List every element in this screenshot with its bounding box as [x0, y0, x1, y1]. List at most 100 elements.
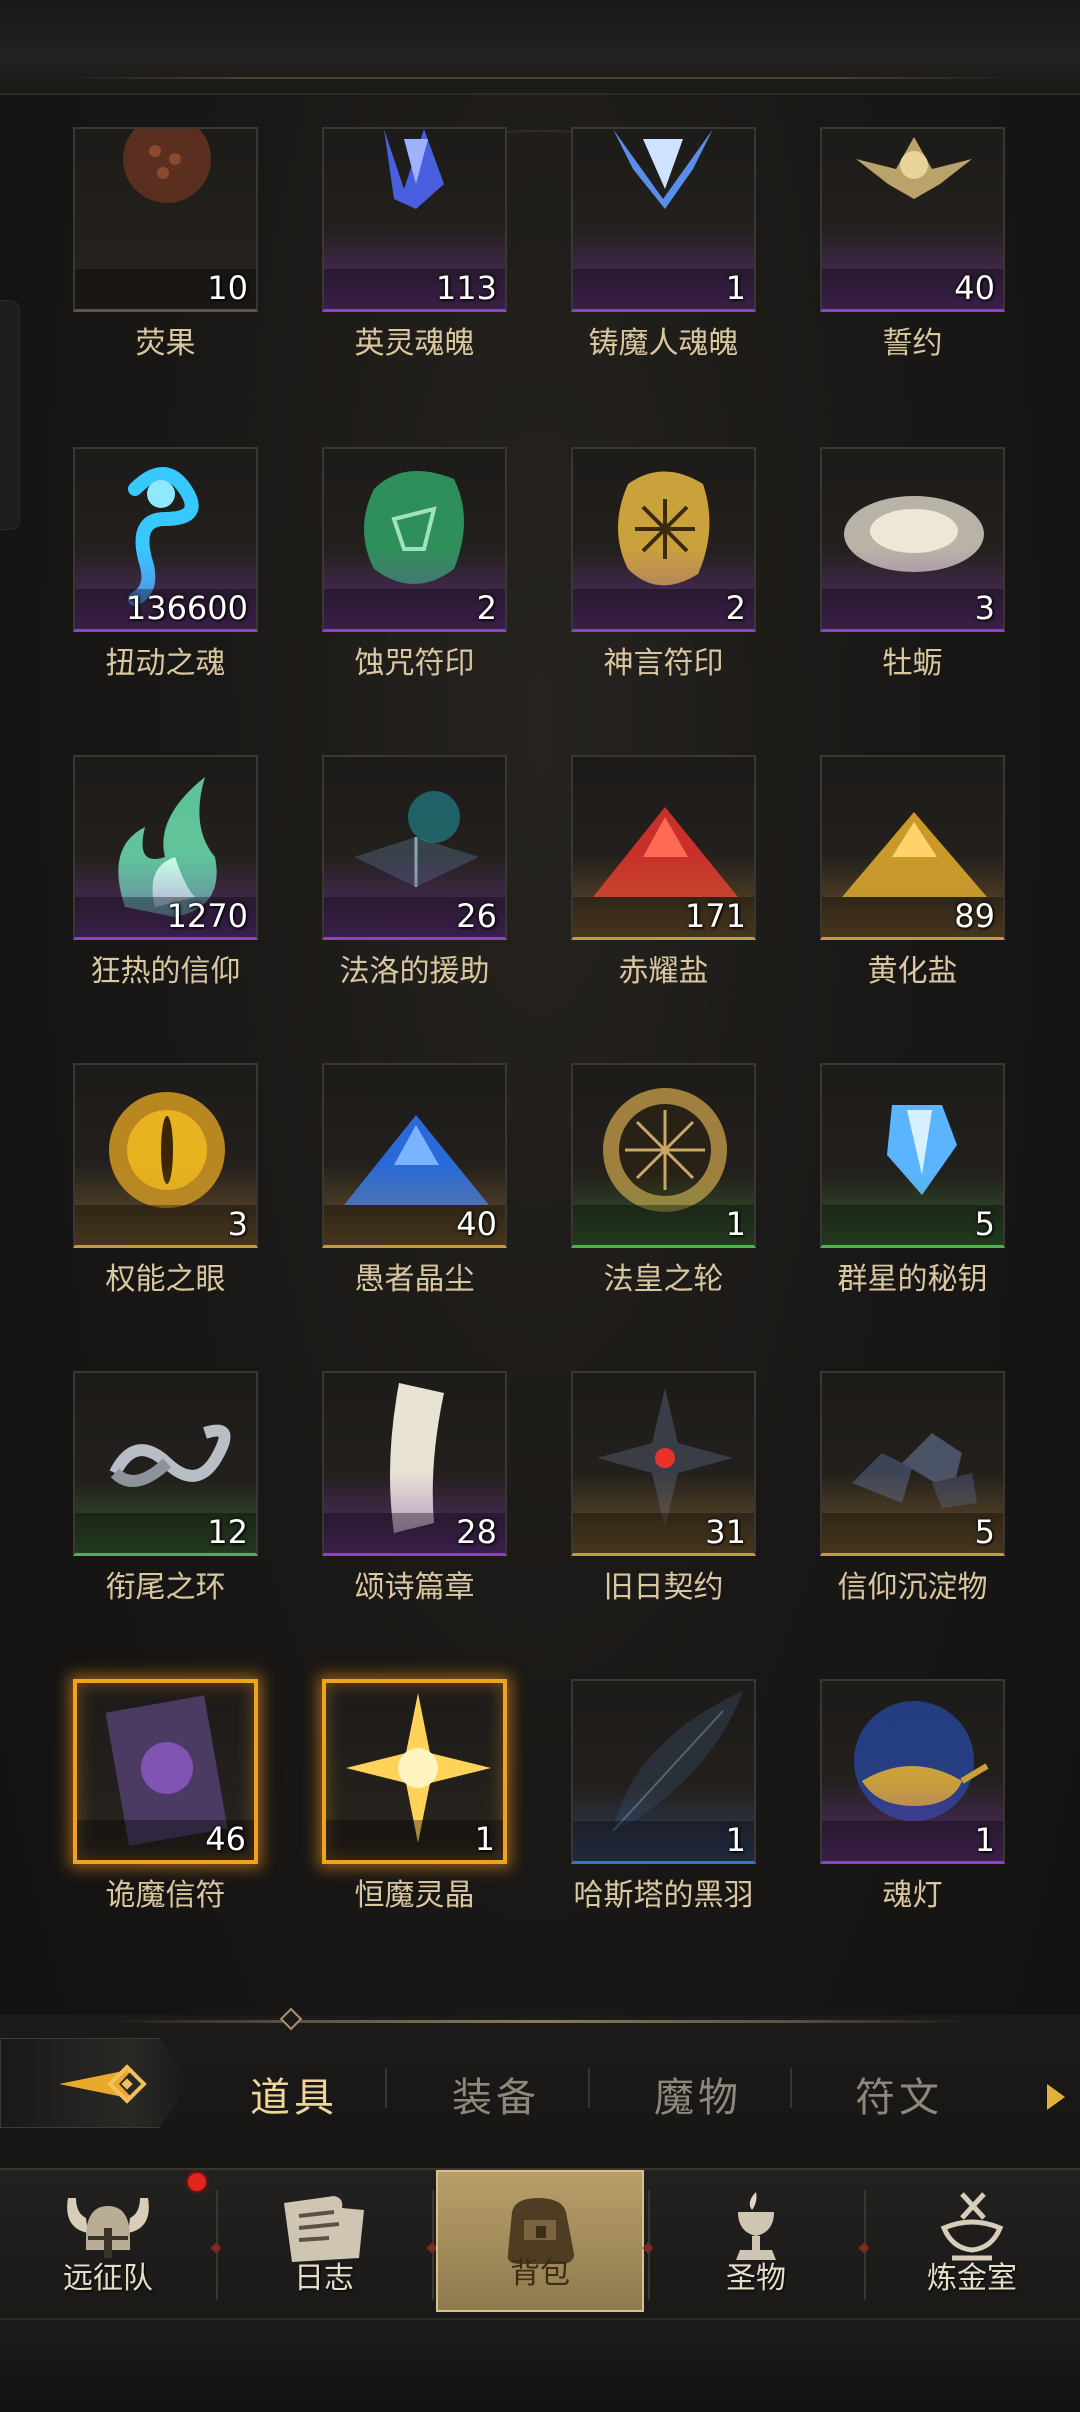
item-slot[interactable]: 1 [820, 1679, 1005, 1864]
item-name: 狂热的信仰 [90, 954, 241, 989]
item-name: 赤耀盐 [618, 954, 709, 989]
item-slot[interactable]: 1 [571, 1679, 756, 1864]
inventory-item[interactable]: 40 愚者晶尘 [322, 1063, 507, 1298]
inventory-item[interactable]: 136600 扭动之魂 [73, 447, 258, 682]
item-count: 1 [725, 1821, 746, 1859]
item-name: 权能之眼 [105, 1262, 226, 1297]
item-slot[interactable]: 5 [820, 1063, 1005, 1248]
nav-relics[interactable]: 圣物 [656, 2170, 856, 2315]
item-count: 1 [974, 1821, 995, 1859]
item-slot[interactable]: 46 [73, 1679, 258, 1864]
item-count: 89 [954, 897, 995, 935]
item-count: 3 [227, 1205, 248, 1243]
filter-toggle-button[interactable] [0, 2038, 190, 2128]
item-slot[interactable]: 40 [820, 127, 1005, 312]
item-slot[interactable]: 3 [820, 447, 1005, 632]
inventory-item[interactable]: 1 恒魔灵晶 [322, 1679, 507, 1914]
item-count: 3 [974, 589, 995, 627]
nav-label: 背包 [510, 2256, 570, 2291]
item-slot[interactable]: 2 [571, 447, 756, 632]
inventory-item[interactable]: 1 哈斯塔的黑羽 [571, 1679, 756, 1914]
item-name: 恒魔灵晶 [354, 1878, 475, 1913]
item-name: 蚀咒符印 [354, 646, 475, 681]
item-slot[interactable]: 136600 [73, 447, 258, 632]
item-count: 28 [456, 1513, 497, 1551]
item-count: 1270 [166, 897, 248, 935]
item-slot[interactable]: 3 [73, 1063, 258, 1248]
item-slot[interactable]: 1270 [73, 755, 258, 940]
item-slot[interactable]: 31 [571, 1371, 756, 1556]
nav-backpack[interactable]: 背包 [436, 2170, 644, 2312]
inventory-item[interactable]: 2 蚀咒符印 [322, 447, 507, 682]
item-count: 113 [435, 269, 497, 307]
scroll-right-arrow-icon[interactable] [1045, 2082, 1067, 2112]
inventory-item[interactable]: 1270 狂热的信仰 [73, 755, 258, 990]
inventory-item[interactable]: 1 铸魔人魂魄 [571, 127, 756, 362]
item-slot[interactable]: 1 [571, 1063, 756, 1248]
item-slot[interactable]: 40 [322, 1063, 507, 1248]
item-name: 誓约 [882, 326, 943, 361]
inventory-item[interactable]: 40 誓约 [820, 127, 1005, 362]
tab-equipment[interactable]: 装备 [452, 2065, 540, 2123]
inventory-item[interactable]: 113 英灵魂魄 [322, 127, 507, 362]
bottom-frame [0, 2318, 1080, 2412]
item-name: 牡蛎 [882, 646, 943, 681]
item-count: 40 [954, 269, 995, 307]
inventory-item[interactable]: 5 群星的秘钥 [820, 1063, 1005, 1298]
item-name: 衔尾之环 [105, 1570, 226, 1605]
item-name: 法洛的援助 [339, 954, 490, 989]
item-name: 法皇之轮 [603, 1262, 724, 1297]
item-name: 魂灯 [882, 1878, 943, 1913]
inventory-item[interactable]: 3 牡蛎 [820, 447, 1005, 682]
item-name: 扭动之魂 [105, 646, 226, 681]
nav-alchemy[interactable]: 炼金室 [872, 2170, 1072, 2315]
item-count: 136600 [125, 589, 248, 627]
inventory-item[interactable]: 28 颂诗篇章 [322, 1371, 507, 1606]
item-slot[interactable]: 28 [322, 1371, 507, 1556]
diamond-arrow-icon [59, 2064, 147, 2104]
item-count: 10 [207, 269, 248, 307]
item-slot[interactable]: 89 [820, 755, 1005, 940]
nav-journal[interactable]: 日志 [224, 2170, 424, 2315]
item-count: 5 [974, 1205, 995, 1243]
item-count: 2 [476, 589, 497, 627]
item-name: 愚者晶尘 [354, 1262, 475, 1297]
inventory-item[interactable]: 3 权能之眼 [73, 1063, 258, 1298]
inventory-item[interactable]: 5 信仰沉淀物 [820, 1371, 1005, 1606]
item-slot[interactable]: 1 [322, 1679, 507, 1864]
item-count: 31 [705, 1513, 746, 1551]
item-slot[interactable]: 113 [322, 127, 507, 312]
inventory-item[interactable]: 171 赤耀盐 [571, 755, 756, 990]
nav-expedition[interactable]: 远征队 [8, 2170, 208, 2315]
item-name: 黄化盐 [867, 954, 958, 989]
item-count: 5 [974, 1513, 995, 1551]
item-slot[interactable]: 12 [73, 1371, 258, 1556]
item-slot[interactable]: 5 [820, 1371, 1005, 1556]
tab-items[interactable]: 道具 [250, 2065, 338, 2123]
item-count: 171 [684, 897, 746, 935]
item-slot[interactable]: 2 [322, 447, 507, 632]
tab-separator [588, 2068, 590, 2108]
inventory-item[interactable]: 1 魂灯 [820, 1679, 1005, 1914]
item-slot[interactable]: 26 [322, 755, 507, 940]
tab-separator [790, 2068, 792, 2108]
inventory-item[interactable]: 10 荧果 [73, 127, 258, 362]
tab-runes[interactable]: 符文 [855, 2065, 943, 2123]
inventory-item[interactable]: 46 诡魔信符 [73, 1679, 258, 1914]
item-slot[interactable]: 171 [571, 755, 756, 940]
item-slot[interactable]: 1 [571, 127, 756, 312]
tab-monsters[interactable]: 魔物 [654, 2065, 742, 2123]
item-name: 铸魔人魂魄 [588, 326, 739, 361]
inventory-item[interactable]: 31 旧日契约 [571, 1371, 756, 1606]
item-name: 颂诗篇章 [354, 1570, 475, 1605]
inventory-item[interactable]: 1 法皇之轮 [571, 1063, 756, 1298]
item-name: 群星的秘钥 [837, 1262, 988, 1297]
nav-label: 炼金室 [927, 2261, 1017, 2296]
item-name: 哈斯塔的黑羽 [573, 1878, 754, 1913]
inventory-item[interactable]: 26 法洛的援助 [322, 755, 507, 990]
item-name: 荧果 [135, 326, 196, 361]
inventory-item[interactable]: 2 神言符印 [571, 447, 756, 682]
inventory-item[interactable]: 89 黄化盐 [820, 755, 1005, 990]
item-slot[interactable]: 10 [73, 127, 258, 312]
inventory-item[interactable]: 12 衔尾之环 [73, 1371, 258, 1606]
